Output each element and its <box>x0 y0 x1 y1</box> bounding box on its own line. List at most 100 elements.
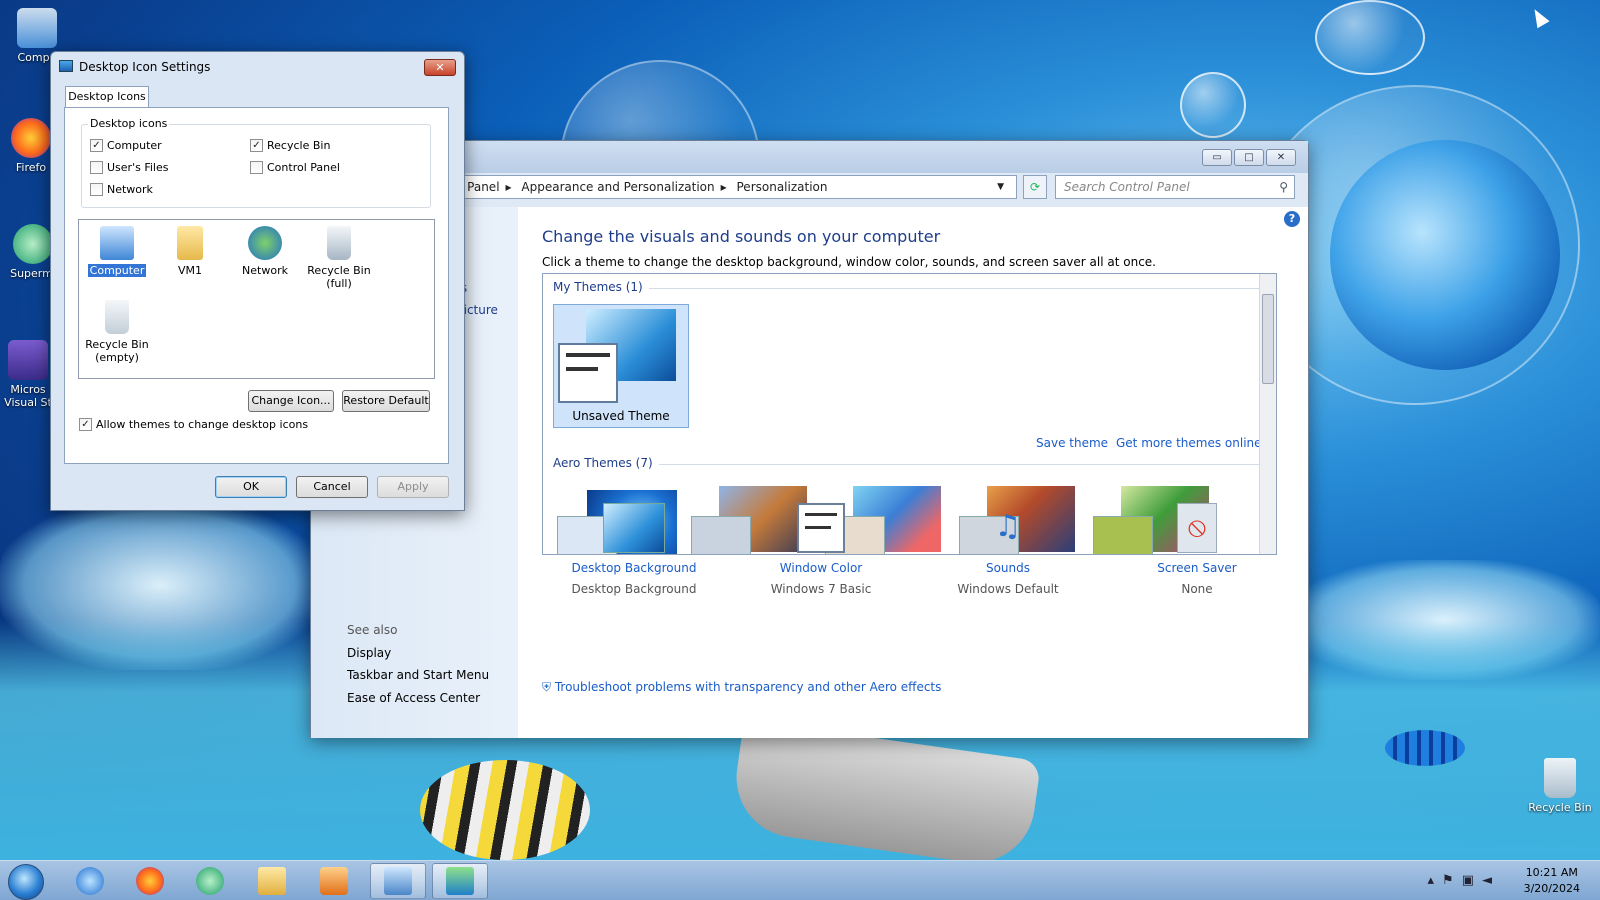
clock[interactable]: 10:21 AM 3/20/2024 <box>1524 865 1580 897</box>
window-color-icon <box>797 503 845 553</box>
media-player-icon <box>320 867 348 895</box>
sounds-item[interactable]: ♫ Sounds Windows Default <box>933 503 1083 596</box>
checkbox-recycle-bin[interactable]: ✓ Recycle Bin <box>250 139 330 152</box>
sounds-value: Windows Default <box>957 582 1059 596</box>
desktop-icon-label: Firefo <box>15 161 47 174</box>
get-more-themes-link[interactable]: Get more themes online <box>1116 436 1262 450</box>
minimize-button[interactable]: ▭ <box>1202 149 1232 166</box>
search-input[interactable]: Search Control Panel ⚲ <box>1055 175 1295 199</box>
see-also-display[interactable]: Display <box>347 646 391 660</box>
icon-item-recycle-bin-full[interactable]: Recycle Bin (full) <box>304 226 374 290</box>
taskbar-control-panel[interactable] <box>370 863 426 899</box>
desktop-background-item[interactable]: Desktop Background Desktop Background <box>559 503 709 596</box>
recycle-bin-empty-icon <box>105 300 129 334</box>
close-button[interactable]: ✕ <box>1266 149 1296 166</box>
breadcrumb-control-panel[interactable]: l Panel <box>460 180 500 194</box>
theme-window-preview <box>558 343 618 403</box>
desktop-icon-settings-icon <box>446 867 474 895</box>
folder-icon <box>258 867 286 895</box>
checkbox-network[interactable]: Network <box>90 183 153 196</box>
chevron-down-icon[interactable]: ▼ <box>997 176 1004 198</box>
screen-saver-link[interactable]: Screen Saver <box>1122 561 1272 575</box>
icon-item-computer[interactable]: Computer <box>82 226 152 277</box>
desktop-icon-recycle-bin[interactable]: Recycle Bin <box>1522 758 1598 814</box>
restore-default-button[interactable]: Restore Default <box>342 390 430 412</box>
taskbar-media-player[interactable] <box>306 863 362 899</box>
shield-icon: ⛨ <box>542 680 552 694</box>
computer-icon <box>100 226 134 260</box>
breadcrumb-appearance[interactable]: Appearance and Personalization <box>521 180 714 194</box>
see-also-ease-of-access[interactable]: Ease of Access Center <box>347 691 480 705</box>
troubleshoot-link[interactable]: ⛨ Troubleshoot problems with transparenc… <box>542 680 941 695</box>
taskbar-internet-explorer[interactable] <box>62 863 118 899</box>
taskbar-firefox[interactable] <box>122 863 178 899</box>
icon-item-network[interactable]: Network <box>230 226 300 277</box>
dialog-title: Desktop Icon Settings <box>79 60 211 74</box>
window-color-item[interactable]: Window Color Windows 7 Basic <box>746 503 896 596</box>
theme-unsaved[interactable]: Unsaved Theme <box>553 304 689 428</box>
group-label: Desktop icons <box>88 117 170 130</box>
chevron-right-icon: ▸ <box>505 180 512 194</box>
checkbox-box[interactable]: ✓ <box>90 139 103 152</box>
help-icon[interactable]: ? <box>1284 211 1300 227</box>
dialog-app-icon <box>59 60 73 72</box>
network-tray-icon[interactable]: ▣ <box>1462 873 1482 888</box>
clock-time: 10:21 AM <box>1525 866 1578 879</box>
system-tray[interactable]: ▴⚑▣◄ <box>1428 873 1500 888</box>
ok-button[interactable]: OK <box>215 476 287 498</box>
breadcrumb[interactable]: l Panel ▸ Appearance and Personalization ▸… <box>457 175 1017 199</box>
checkbox-computer[interactable]: ✓ Computer <box>90 139 162 152</box>
cursor-icon <box>1528 5 1550 29</box>
desktop-icon-settings-dialog: Desktop Icon Settings ✕ Desktop Icons De… <box>50 51 465 511</box>
apply-button[interactable]: Apply <box>377 476 449 498</box>
show-hidden-icons-icon[interactable]: ▴ <box>1428 873 1443 888</box>
desktop-background-link[interactable]: Desktop Background <box>559 561 709 575</box>
dialog-titlebar[interactable]: Desktop Icon Settings ✕ <box>51 52 464 82</box>
scrollbar-thumb[interactable] <box>1262 294 1274 384</box>
screen-saver-item[interactable]: ⦸ Screen Saver None <box>1122 503 1272 596</box>
folder-user-icon <box>177 226 203 260</box>
recycle-bin-full-icon <box>327 226 351 260</box>
checkbox-control-panel[interactable]: Control Panel <box>250 161 340 174</box>
taskbar-supermium[interactable] <box>182 863 238 899</box>
screen-saver-icon: ⦸ <box>1177 503 1217 553</box>
troubleshoot-text[interactable]: Troubleshoot problems with transparency … <box>555 680 942 694</box>
checkbox-box[interactable] <box>90 161 103 174</box>
taskbar-explorer[interactable] <box>244 863 300 899</box>
checkbox-users-files[interactable]: User's Files <box>90 161 168 174</box>
window-color-link[interactable]: Window Color <box>746 561 896 575</box>
checkbox-label: Allow themes to change desktop icons <box>96 418 309 431</box>
checkbox-allow-themes[interactable]: ✓ Allow themes to change desktop icons <box>79 418 308 431</box>
breadcrumb-personalization[interactable]: Personalization <box>737 180 828 194</box>
checkbox-box[interactable]: ✓ <box>79 418 92 431</box>
checkbox-box[interactable] <box>90 183 103 196</box>
chevron-right-icon: ▸ <box>720 180 727 194</box>
taskbar-desktop-icon-settings[interactable] <box>432 863 488 899</box>
tab-desktop-icons[interactable]: Desktop Icons <box>65 86 149 108</box>
checkbox-box[interactable]: ✓ <box>250 139 263 152</box>
checkbox-label: Network <box>107 183 153 196</box>
icon-item-label: Recycle Bin (full) <box>307 264 371 290</box>
icon-item-recycle-bin-empty[interactable]: Recycle Bin (empty) <box>82 300 152 364</box>
wallpaper-fish <box>420 760 590 860</box>
start-button[interactable] <box>8 864 44 900</box>
control-panel-icon <box>384 867 412 895</box>
network-icon <box>248 226 282 260</box>
icon-item-vm1[interactable]: VM1 <box>155 226 225 277</box>
content-pane: ? Change the visuals and sounds on your … <box>518 207 1308 738</box>
refresh-icon[interactable]: ⟳ <box>1023 175 1047 199</box>
taskbar: ▴⚑▣◄ 10:21 AM 3/20/2024 <box>0 860 1600 900</box>
sounds-link[interactable]: Sounds <box>933 561 1083 575</box>
change-icon-button[interactable]: Change Icon... <box>248 390 334 412</box>
action-center-flag-icon[interactable]: ⚑ <box>1442 873 1462 888</box>
cancel-button[interactable]: Cancel <box>296 476 368 498</box>
dialog-close-button[interactable]: ✕ <box>424 59 456 76</box>
maximize-button[interactable]: □ <box>1234 149 1264 166</box>
search-icon[interactable]: ⚲ <box>1279 176 1288 198</box>
checkbox-box[interactable] <box>250 161 263 174</box>
firefox-icon <box>136 867 164 895</box>
see-also-taskbar[interactable]: Taskbar and Start Menu <box>347 668 489 682</box>
recycle-bin-icon <box>1544 758 1576 798</box>
save-theme-link[interactable]: Save theme <box>1036 436 1108 450</box>
volume-muted-icon[interactable]: ◄ <box>1482 873 1500 888</box>
